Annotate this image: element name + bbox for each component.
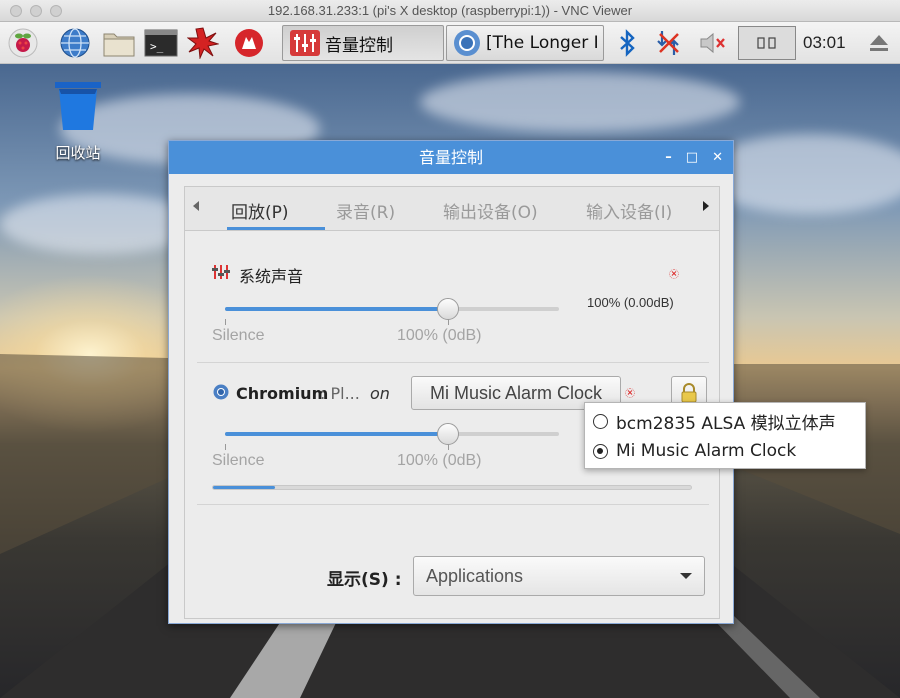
stream-100-label: 100% (0dB) [397,452,482,469]
device-popup-menu: bcm2835 ALSA 模拟立体声 Mi Music Alarm Clock [584,402,866,469]
radio-off-icon [593,414,608,429]
stream-level-meter [212,485,692,490]
system-100-label: 100% (0dB) [397,327,482,344]
bluetooth-icon[interactable] [610,26,644,60]
stream-on-label: on [370,384,390,403]
system-volume-slider[interactable] [225,307,559,311]
tab-output-devices[interactable]: 输出设备(O) [443,198,538,223]
web-browser-icon[interactable] [58,26,92,60]
stream-level-fill [213,486,276,489]
dialog-title: 音量控制 [418,148,483,167]
device-option-label: Mi Music Alarm Clock [616,441,797,461]
tab-bar: 回放(P) 录音(R) 输出设备(O) 输入设备(I) [184,186,720,231]
wolfram-icon[interactable] [232,26,266,60]
burst-app-icon[interactable] [186,26,220,60]
radio-on-icon [593,443,608,459]
lock-icon [681,383,697,403]
tab-playback[interactable]: 回放(P) [231,198,289,223]
volume-muted-icon[interactable] [696,26,730,60]
chromium-small-icon [213,384,229,404]
device-option-bcm2835[interactable]: bcm2835 ALSA 模拟立体声 [593,409,836,434]
terminal-icon[interactable]: >_ [144,26,178,60]
system-sounds-title: 系统声音 [239,267,304,286]
tab-scroll-left-icon[interactable] [193,201,199,211]
device-option-mi-music[interactable]: Mi Music Alarm Clock [593,441,796,461]
stream-mute-toggle-icon[interactable]: × [625,388,635,398]
eject-icon[interactable] [862,26,896,60]
stream-volume-fill [225,432,448,436]
chevron-down-icon [680,573,692,579]
system-mute-toggle-icon[interactable]: × [669,269,679,279]
show-select[interactable]: Applications [413,556,705,596]
vnc-titlebar: 192.168.31.233:1 (pi's X desktop (raspbe… [0,0,900,22]
network-disconnected-icon[interactable] [652,26,686,60]
stream-volume-knob[interactable] [436,423,459,445]
task-chromium-label: [The Longer I ... [486,33,603,53]
maximize-button[interactable]: □ [686,141,698,174]
stream-app-suffix: : Pl... [320,384,360,403]
mixer-icon [289,29,321,57]
file-manager-icon[interactable] [102,26,136,60]
window-title: 192.168.31.233:1 (pi's X desktop (raspbe… [267,3,633,18]
system-volume-knob[interactable] [436,298,459,320]
system-volume-fill [225,307,448,311]
clock[interactable]: 03:01 [803,33,846,53]
desktop-trash[interactable]: 回收站 [48,80,108,163]
stream-volume-slider[interactable] [225,432,559,436]
svg-text:>_: >_ [150,40,164,53]
volume-control-dialog: 音量控制 – □ ✕ 回放(P) 录音(R) 输出设备(O) 输入设备(I) 系… [168,140,734,624]
device-option-label: bcm2835 ALSA 模拟立体声 [616,414,836,434]
tab-recording[interactable]: 录音(R) [336,198,395,223]
raspberry-menu-icon[interactable] [6,26,40,60]
task-volume-control-label: 音量控制 [325,35,393,56]
show-label: 显示(S) : [327,570,402,590]
stream-app-name: Chromium [236,384,329,403]
system-silence-label: Silence [212,327,265,344]
stream-silence-label: Silence [212,452,265,469]
trash-label: 回收站 [55,144,101,162]
tab-input-devices[interactable]: 输入设备(I) [586,198,672,223]
dialog-titlebar[interactable]: 音量控制 – □ ✕ [169,141,733,174]
minimize-button[interactable]: – [665,141,672,174]
task-chromium[interactable]: [The Longer I ... [446,25,604,61]
cpu-monitor-icon[interactable] [738,26,796,60]
show-select-value: Applications [426,566,524,586]
close-button[interactable]: ✕ [712,141,723,174]
taskbar-panel: >_ 音量控制 [The Longer I 03:01 [0,22,900,64]
tab-scroll-right-icon[interactable] [703,201,709,211]
mixer-small-icon [212,264,230,284]
task-volume-control[interactable]: 音量控制 [282,25,444,61]
chromium-icon [453,29,481,57]
trash-bin-icon [55,82,101,130]
system-volume-text: 100% (0.00dB) [587,295,674,310]
